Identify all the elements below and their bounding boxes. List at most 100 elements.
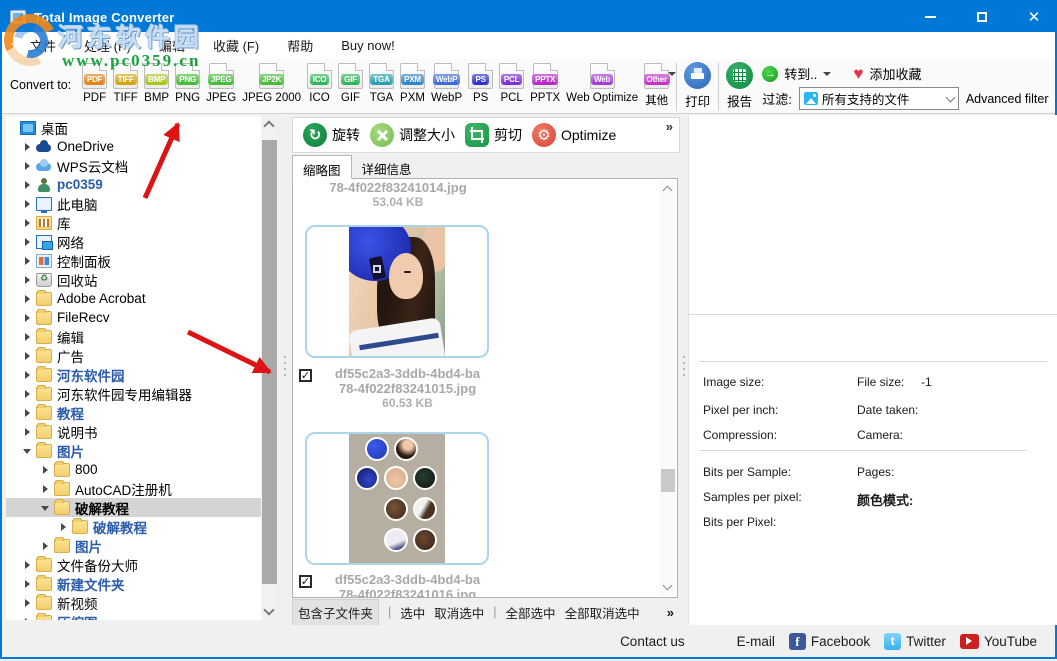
youtube-link[interactable]: YouTube (960, 634, 1037, 649)
format-button[interactable]: PS PS (465, 62, 496, 105)
format-button[interactable]: TIFF TIFF (110, 62, 141, 105)
menu-edit[interactable]: 编辑 (145, 32, 199, 59)
tree-item[interactable]: 新视频 (6, 593, 261, 612)
file-checkbox[interactable]: ✓ (299, 575, 312, 588)
filter-dropdown[interactable]: 所有支持的文件 (799, 87, 959, 110)
tree-item[interactable]: 图片 (6, 536, 261, 555)
tree-item[interactable]: 河东软件园专用编辑器 (6, 384, 261, 403)
tree-item[interactable]: 说明书 (6, 422, 261, 441)
tree-caret-icon[interactable] (20, 314, 34, 322)
toolbar-overflow-button[interactable]: » (666, 119, 673, 134)
tab-details[interactable]: 详细信息 (352, 155, 422, 179)
format-button[interactable]: WebP WebP (428, 62, 465, 105)
tree-item[interactable]: 文件备份大师 (6, 555, 261, 574)
menu-help[interactable]: 帮助 (273, 32, 327, 59)
tree-item[interactable]: 编辑 (6, 327, 261, 346)
format-button[interactable]: PDF PDF (79, 62, 110, 105)
tree-item[interactable]: 800 (6, 460, 261, 479)
format-button[interactable]: GIF GIF (335, 62, 366, 105)
tree-caret-icon[interactable] (20, 447, 34, 454)
format-button[interactable]: ICO ICO (304, 62, 335, 105)
rotate-button[interactable]: ↻ 旋转 (303, 123, 360, 147)
chevron-down-icon[interactable] (823, 72, 831, 80)
tree-caret-icon[interactable] (20, 371, 34, 379)
format-button-other[interactable]: Other 其他 (641, 62, 672, 109)
tree-caret-icon[interactable] (20, 181, 34, 189)
splitter-handle[interactable] (282, 354, 288, 380)
tree-caret-icon[interactable] (20, 618, 34, 621)
tree-caret-icon[interactable] (38, 542, 52, 550)
tree-caret-icon[interactable] (20, 238, 34, 246)
tree-caret-icon[interactable] (20, 561, 34, 569)
tree-caret-icon[interactable] (20, 390, 34, 398)
splitter-handle[interactable] (681, 354, 687, 380)
minimize-button[interactable] (919, 6, 941, 28)
format-button[interactable]: PXM PXM (397, 62, 428, 105)
tree-item[interactable]: 库 (6, 213, 261, 232)
optimize-button[interactable]: ⚙ Optimize (532, 123, 616, 147)
tree-item[interactable]: FileRecv (6, 308, 261, 327)
menu-favorites[interactable]: 收藏 (F) (199, 32, 273, 59)
contact-us-link[interactable]: Contact us (620, 634, 685, 649)
thumbnail-card[interactable] (305, 225, 489, 358)
tree-caret-icon[interactable] (20, 295, 34, 303)
uncheck-all-button[interactable]: 全部取消选中 (565, 603, 640, 622)
menu-file[interactable]: 文件 (16, 32, 70, 59)
tree-item[interactable]: 破解教程 (6, 498, 261, 517)
scrollbar-thumb[interactable] (661, 469, 675, 492)
tree-caret-icon[interactable] (20, 200, 34, 208)
tree-item[interactable]: 破解教程 (6, 517, 261, 536)
tree-caret-icon[interactable] (38, 504, 52, 511)
format-button[interactable]: PPTX PPTX (527, 62, 563, 105)
close-button[interactable]: ✕ (1023, 6, 1045, 28)
tree-item[interactable]: Adobe Acrobat (6, 289, 261, 308)
format-button[interactable]: PCL PCL (496, 62, 527, 105)
tree-caret-icon[interactable] (56, 523, 70, 531)
scroll-down-icon[interactable] (263, 604, 274, 615)
crop-button[interactable]: 剪切 (465, 123, 522, 147)
format-button[interactable]: JP2K JPEG 2000 (239, 62, 304, 105)
tree-item[interactable]: 回收站 (6, 270, 261, 289)
scroll-up-icon[interactable] (663, 186, 673, 196)
scrollbar-thumb[interactable] (262, 140, 277, 584)
scroll-down-icon[interactable] (663, 581, 673, 591)
menu-process[interactable]: 处理 (P) (70, 32, 145, 59)
tree-item[interactable]: 新建文件夹 (6, 574, 261, 593)
toolbar-overflow-button[interactable]: » (667, 605, 674, 620)
tree-caret-icon[interactable] (20, 257, 34, 265)
tree-item[interactable]: 教程 (6, 403, 261, 422)
tree-item[interactable]: 网络 (6, 232, 261, 251)
tree-item[interactable]: 此电脑 (6, 194, 261, 213)
tree-caret-icon[interactable] (20, 162, 34, 170)
scroll-up-icon[interactable] (263, 120, 274, 131)
tree-item[interactable]: 河东软件园 (6, 365, 261, 384)
report-button[interactable]: 报告 (726, 62, 753, 110)
tree-item[interactable]: WPS云文档 (6, 156, 261, 175)
tree-caret-icon[interactable] (38, 485, 52, 493)
include-subfolders-toggle[interactable]: 包含子文件夹 (292, 599, 379, 626)
maximize-button[interactable] (971, 6, 993, 28)
tree-scrollbar[interactable] (261, 116, 278, 620)
check-button[interactable]: 选中 (400, 603, 425, 622)
thumbnail-card[interactable] (305, 432, 489, 565)
tree-caret-icon[interactable] (20, 219, 34, 227)
facebook-link[interactable]: f Facebook (789, 633, 870, 650)
file-checkbox[interactable]: ✓ (299, 369, 312, 382)
twitter-link[interactable]: t Twitter (884, 633, 946, 650)
tree-caret-icon[interactable] (20, 143, 34, 151)
email-link[interactable]: E-mail (737, 634, 775, 649)
tree-caret-icon[interactable] (20, 276, 34, 284)
check-all-button[interactable]: 全部选中 (506, 603, 556, 622)
goto-button[interactable]: 转到.. (784, 64, 817, 83)
tree-item[interactable]: AutoCAD注册机 (6, 479, 261, 498)
tree-item[interactable]: OneDrive (6, 137, 261, 156)
tree-item[interactable]: 桌面 (6, 118, 261, 137)
tree-caret-icon[interactable] (20, 409, 34, 417)
advanced-filter-link[interactable]: Advanced filter (966, 92, 1049, 106)
format-button[interactable]: Web Web Optimize (563, 62, 641, 105)
format-button[interactable]: JPEG JPEG (203, 62, 239, 105)
tree-caret-icon[interactable] (38, 466, 52, 474)
file-item[interactable]: 78-4f022f83241014.jpg 53.04 KB (303, 180, 493, 209)
tree-item[interactable]: 控制面板 (6, 251, 261, 270)
print-button[interactable]: 打印 (684, 62, 711, 110)
